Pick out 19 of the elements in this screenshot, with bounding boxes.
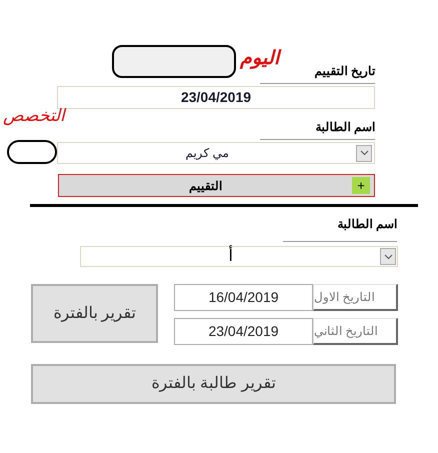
date-label: التاريخ الاول: [313, 284, 398, 311]
date-field[interactable]: 16/04/2019: [174, 284, 313, 311]
chevron-down-icon: [384, 254, 392, 260]
date-field[interactable]: 23/04/2019: [174, 318, 313, 345]
dropdown-value: مي كريم: [184, 145, 230, 162]
field-label: تاريخ التقييم: [314, 63, 375, 80]
date-field[interactable]: 23/04/2019: [57, 86, 375, 109]
student-period-report-button[interactable]: تقرير طالبة بالفترة: [31, 364, 396, 404]
field-label: اسم الطالبة: [316, 119, 375, 136]
evaluate-button[interactable]: التقييم +: [58, 174, 375, 197]
field-label: اسم الطالبة: [338, 216, 397, 233]
chevron-down-icon: [360, 150, 368, 156]
student-dropdown[interactable]: أ: [80, 246, 398, 267]
plus-icon: +: [352, 177, 370, 194]
student-dropdown[interactable]: مي كريم: [57, 142, 375, 164]
date-label: التاريخ الثاني: [313, 318, 398, 345]
dropdown-value: أ: [81, 244, 380, 268]
period-report-button[interactable]: تقرير بالفترة: [31, 284, 158, 343]
annotation-text: اليوم: [240, 44, 279, 72]
